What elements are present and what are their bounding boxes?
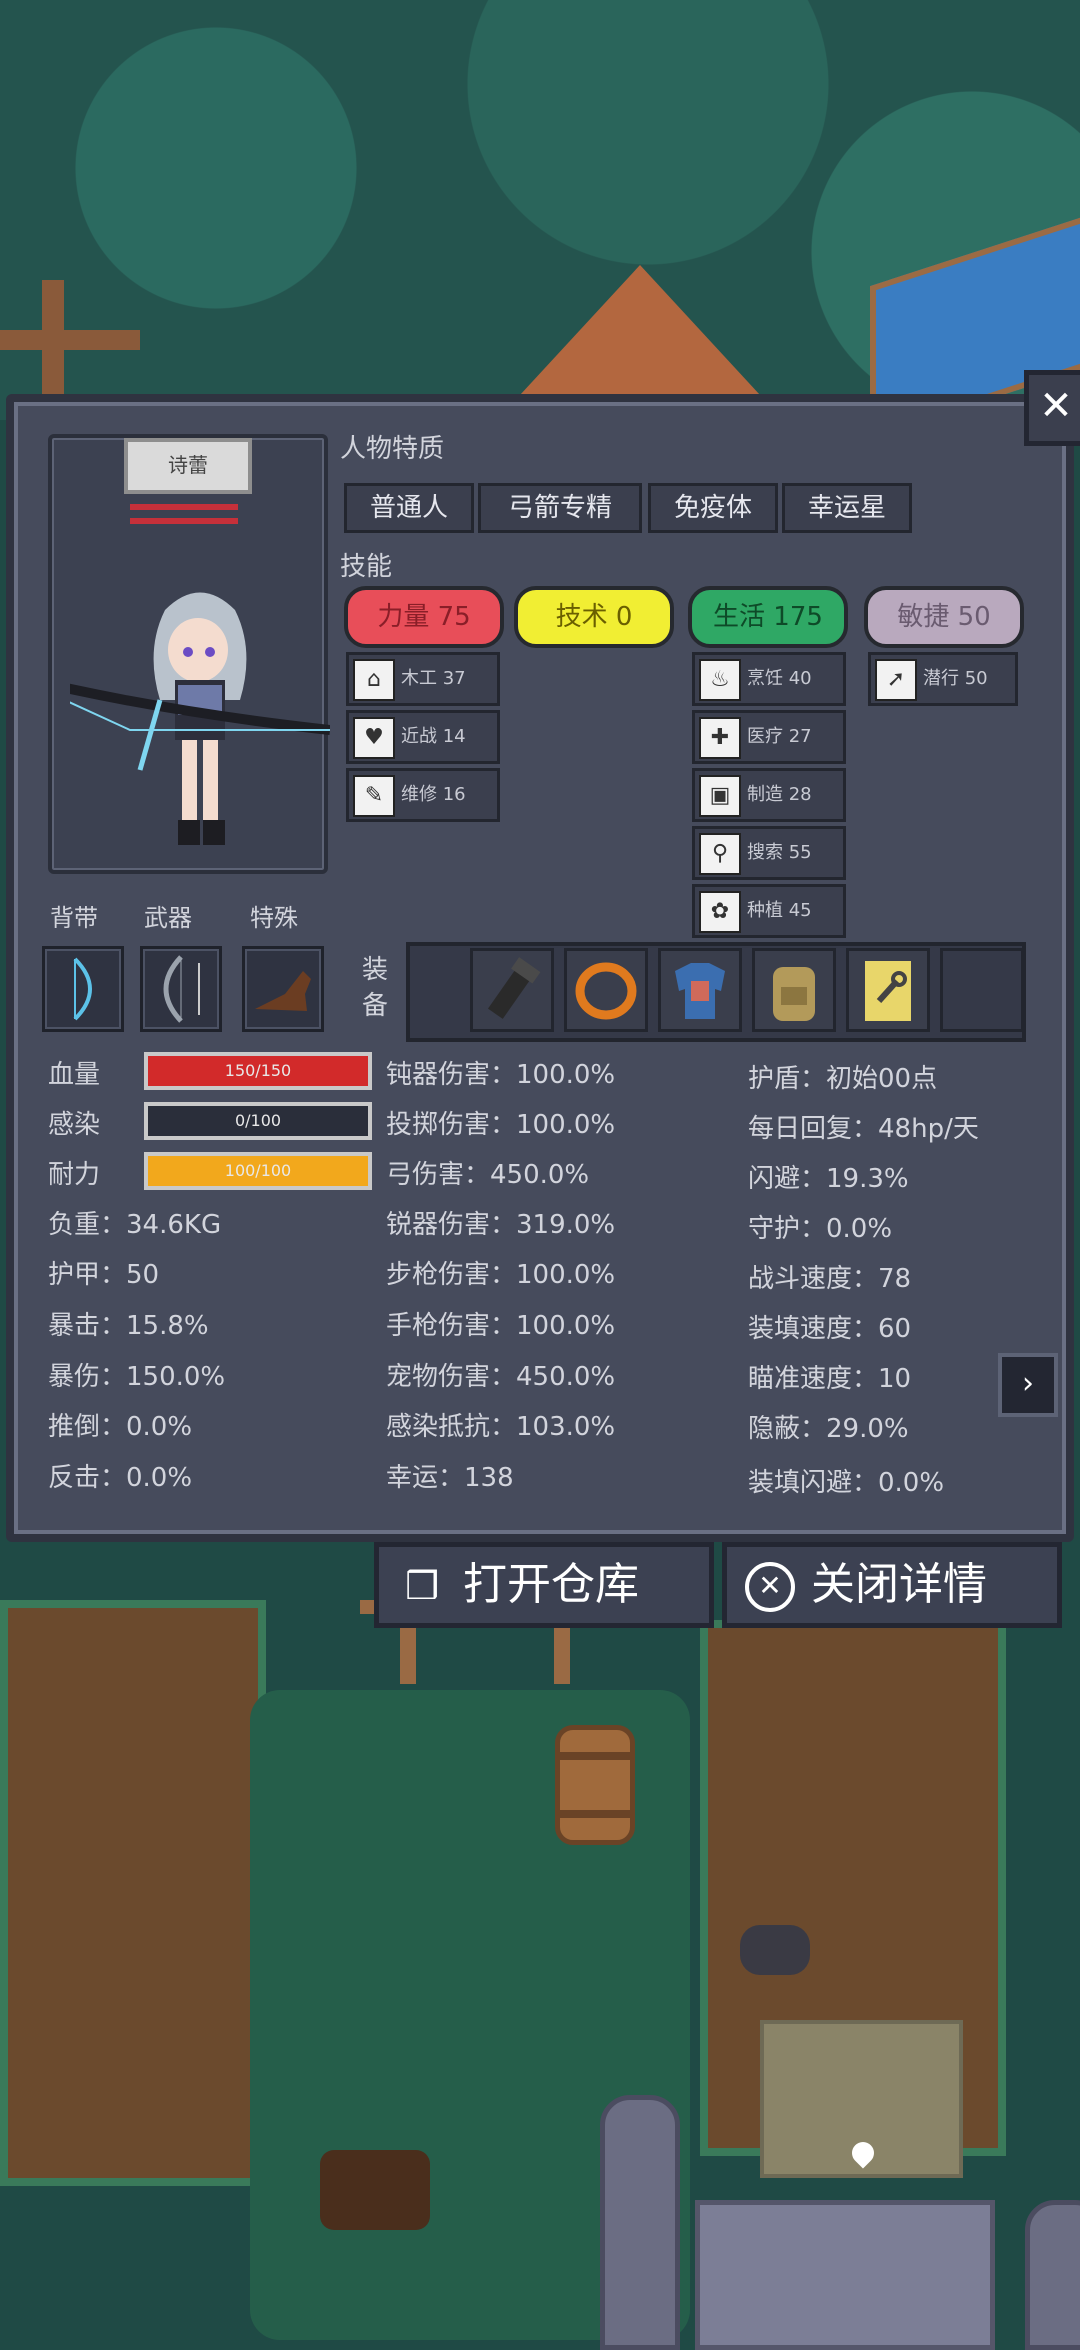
boxes-icon: ❒ (404, 1564, 440, 1608)
wooden-beam (0, 330, 140, 350)
stone-pillar (1025, 2200, 1080, 2350)
next-page-button[interactable]: › (998, 1353, 1058, 1417)
stat-mid: 宠物伤害：450.0% (386, 1362, 616, 1392)
stat-mid: 投掷伤害：100.0% (386, 1110, 616, 1140)
stone-pillar (600, 2095, 680, 2350)
subskill-item[interactable]: ✎ 维修 16 (346, 768, 500, 822)
stat-right: 战斗速度：78 (748, 1264, 912, 1294)
plant-icon: ✿ (699, 891, 741, 933)
chevron-right-icon: › (1022, 1366, 1034, 1401)
equip-slot-armor[interactable] (658, 948, 742, 1032)
name-health-line (130, 504, 238, 510)
search-icon: ⚲ (699, 833, 741, 875)
stat-mid: 幸运：138 (386, 1463, 514, 1493)
trait-badge[interactable]: 幸运星 (782, 483, 912, 533)
bow-icon (163, 955, 200, 1023)
equip-slot-ring[interactable] (564, 948, 648, 1032)
stamina-bar: 100/100 (144, 1152, 372, 1190)
equip-slot-backpack[interactable] (752, 948, 836, 1032)
craft-icon: ▣ (699, 775, 741, 817)
repair-manual-icon (865, 961, 911, 1021)
stat-crit: 暴击：15.8% (48, 1311, 209, 1341)
barrel[interactable] (555, 1725, 635, 1845)
stat-right: 装填闪避：0.0% (748, 1468, 945, 1498)
close-details-button[interactable]: ✕ 关闭详情 (722, 1542, 1062, 1628)
medkit-icon: ✚ (699, 717, 741, 759)
stat-crit-damage: 暴伤：150.0% (48, 1362, 226, 1392)
stat-right: 守护：0.0% (748, 1214, 893, 1244)
stat-mid: 步枪伤害：100.0% (386, 1260, 616, 1290)
equip-label: 装备 (362, 955, 389, 1021)
skill-agility[interactable]: 敏捷 50 (864, 586, 1024, 648)
hp-bar: 150/150 (144, 1052, 372, 1090)
stat-right: 装填速度：60 (748, 1314, 912, 1344)
cat-npc[interactable] (740, 1925, 810, 1975)
weapon-label: 武器 (144, 904, 192, 932)
infection-label: 感染 (48, 1110, 101, 1140)
name-health-line (130, 518, 238, 524)
stat-right: 瞄准速度：10 (748, 1364, 912, 1394)
stone-wall (695, 2200, 995, 2350)
stat-knockdown: 推倒：0.0% (48, 1412, 193, 1442)
stat-mid: 感染抵抗：103.0% (386, 1412, 616, 1442)
stat-mid: 手枪伤害：100.0% (386, 1311, 616, 1341)
dirt-field-left (0, 1600, 266, 2186)
subskill-item[interactable]: ⌂ 木工 37 (346, 652, 500, 706)
pot-icon: ♨ (699, 659, 741, 701)
bag-slot[interactable] (42, 946, 124, 1032)
subskill-item[interactable]: ♨ 烹饪 40 (692, 652, 846, 706)
hp-label: 血量 (48, 1060, 101, 1090)
open-warehouse-button[interactable]: ❒ 打开仓库 (374, 1542, 714, 1628)
stat-right: 每日回复：48hp/天 (748, 1114, 979, 1144)
equip-slot-empty[interactable] (940, 948, 1024, 1032)
trait-badge[interactable]: 普通人 (344, 483, 474, 533)
armor-icon (675, 963, 725, 1019)
special-slot[interactable] (242, 946, 324, 1032)
stat-armor: 护甲：50 (48, 1260, 160, 1290)
skill-life[interactable]: 生活 175 (688, 586, 848, 648)
heart-icon: ♥ (353, 717, 395, 759)
equip-slot-flashlight[interactable] (470, 948, 554, 1032)
tent-roof (520, 265, 760, 395)
ring-icon (575, 962, 637, 1020)
subskill-item[interactable]: ✿ 种植 45 (692, 884, 846, 938)
close-icon[interactable]: ✕ (1024, 370, 1080, 446)
backpack-icon (773, 967, 815, 1021)
house-icon: ⌂ (353, 659, 395, 701)
stat-right: 护盾：初始00点 (748, 1064, 938, 1094)
bow-icon (73, 957, 92, 1021)
special-label: 特殊 (250, 904, 298, 932)
skill-technique[interactable]: 技术 0 (514, 586, 674, 648)
trait-badge[interactable]: 弓箭专精 (478, 483, 642, 533)
flashlight-icon (487, 957, 541, 1019)
subskill-item[interactable]: ♥ 近战 14 (346, 710, 500, 764)
stat-mid: 钝器伤害：100.0% (386, 1060, 616, 1090)
weapon-slot[interactable] (140, 946, 222, 1032)
dog-pet-icon (255, 971, 311, 1011)
character-name: 诗蕾 (124, 438, 252, 494)
subskill-item[interactable]: ▣ 制造 28 (692, 768, 846, 822)
character-sprite (70, 592, 330, 845)
skills-header: 技能 (340, 552, 393, 582)
stamina-label: 耐力 (48, 1160, 101, 1190)
stat-right: 隐蔽：29.0% (748, 1414, 909, 1444)
subskill-item[interactable]: ✚ 医疗 27 (692, 710, 846, 764)
run-icon: ➚ (875, 659, 917, 701)
trait-badge[interactable]: 免疫体 (648, 483, 778, 533)
stat-mid: 弓伤害：450.0% (386, 1160, 590, 1190)
wrench-icon: ✎ (353, 775, 395, 817)
bag-label: 背带 (50, 904, 98, 932)
subskill-item[interactable]: ⚲ 搜索 55 (692, 826, 846, 880)
stat-counter: 反击：0.0% (48, 1463, 193, 1493)
skill-strength[interactable]: 力量 75 (344, 586, 504, 648)
equip-slot-manual[interactable] (846, 948, 930, 1032)
stat-right: 闪避：19.3% (748, 1164, 909, 1194)
subskill-item[interactable]: ➚ 潜行 50 (868, 652, 1018, 706)
close-circle-icon: ✕ (745, 1562, 795, 1612)
traits-header: 人物特质 (340, 434, 445, 464)
infection-bar: 0/100 (144, 1102, 372, 1140)
stat-mid: 锐器伤害：319.0% (386, 1210, 616, 1240)
stat-weight: 负重：34.6KG (48, 1210, 222, 1240)
dog-npc[interactable] (320, 2150, 430, 2230)
